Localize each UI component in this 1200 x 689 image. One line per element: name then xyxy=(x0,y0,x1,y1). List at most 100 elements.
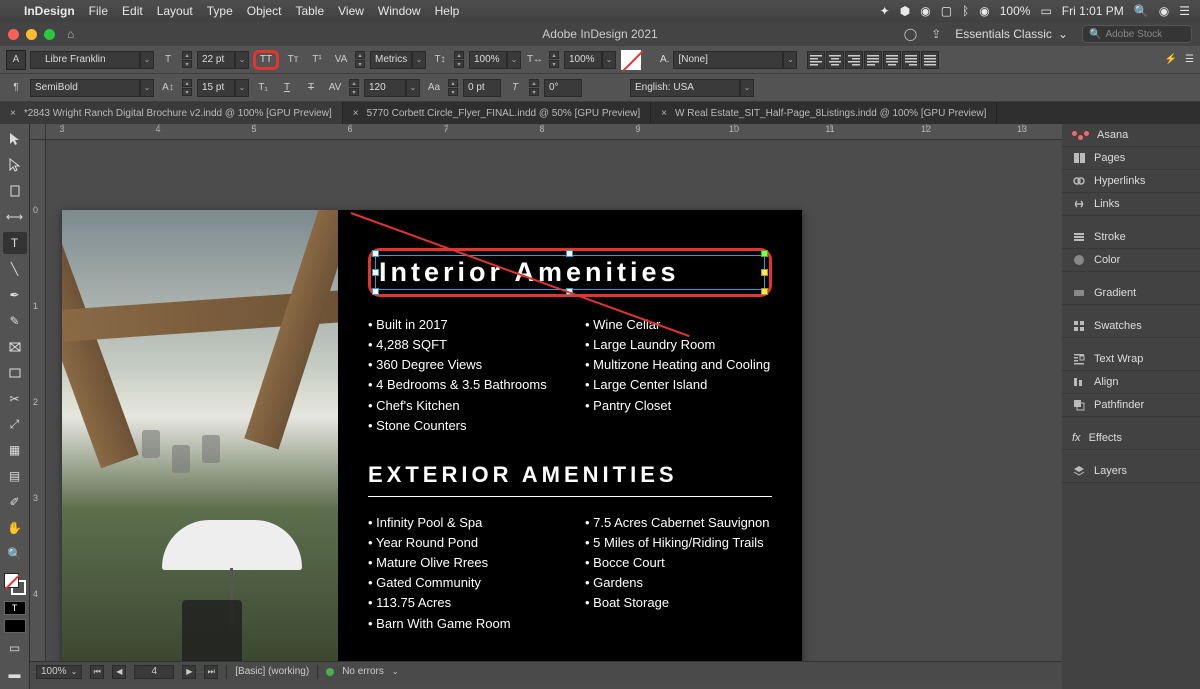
page-field[interactable]: 4 xyxy=(134,665,174,679)
font-size-field[interactable]: 22 pt xyxy=(197,51,235,69)
app-name[interactable]: InDesign xyxy=(24,4,75,18)
bolt-icon[interactable]: ⚡ xyxy=(1165,54,1177,65)
font-size-stepper[interactable]: ▴▾ xyxy=(182,51,192,68)
underline-button[interactable]: T xyxy=(277,78,297,98)
doc-tab-1[interactable]: ×*2843 Wright Ranch Digital Brochure v2.… xyxy=(0,102,343,124)
kerning-stepper[interactable]: ▴▾ xyxy=(355,51,365,68)
selected-text-frame[interactable]: Interior Amenities xyxy=(368,248,772,297)
menu-file[interactable]: File xyxy=(89,4,108,18)
close-tab-icon[interactable]: × xyxy=(353,108,359,119)
gradient-swatch-tool[interactable]: ▦ xyxy=(3,439,27,461)
language-field[interactable]: English: USA xyxy=(630,79,740,97)
strikethrough-button[interactable]: T xyxy=(301,78,321,98)
vertical-ruler[interactable]: 0 1 2 3 4 xyxy=(30,140,46,673)
close-tab-icon[interactable]: × xyxy=(661,108,667,119)
character-mode-icon[interactable]: A xyxy=(6,50,26,70)
line-tool[interactable]: ╲ xyxy=(3,258,27,280)
panel-links[interactable]: Links xyxy=(1062,193,1200,216)
subscript-button[interactable]: T₁ xyxy=(253,78,273,98)
menu-window[interactable]: Window xyxy=(378,4,421,18)
battery-icon[interactable]: ▭ xyxy=(1040,4,1051,18)
panel-menu-icon[interactable]: ☰ xyxy=(1185,54,1194,65)
screen-mode-preview[interactable]: ▬ xyxy=(3,663,27,685)
panel-asana[interactable]: Asana xyxy=(1062,124,1200,147)
maximize-window-button[interactable] xyxy=(44,29,55,40)
document-page[interactable]: Interior Amenities • Built in 2017• 4,28… xyxy=(62,210,802,670)
clock[interactable]: Fri 1:01 PM xyxy=(1062,4,1124,18)
baseline-field[interactable]: 0 pt xyxy=(463,79,501,97)
rectangle-frame-tool[interactable] xyxy=(3,336,27,358)
dropbox-icon[interactable]: ⬢ xyxy=(900,4,910,18)
doc-tab-2[interactable]: ×5770 Corbett Circle_Flyer_FINAL.indd @ … xyxy=(343,102,651,124)
menu-edit[interactable]: Edit xyxy=(122,4,143,18)
align-left-button[interactable] xyxy=(807,51,825,69)
font-style-field[interactable]: SemiBold xyxy=(30,79,140,97)
error-status[interactable]: No errors xyxy=(342,666,384,677)
panel-pages[interactable]: Pages xyxy=(1062,147,1200,170)
horizontal-ruler[interactable]: 3 4 5 6 7 8 9 10 11 12 13 xyxy=(46,124,1062,140)
ruler-origin[interactable] xyxy=(30,124,46,140)
menu-object[interactable]: Object xyxy=(247,4,282,18)
panel-color[interactable]: Color xyxy=(1062,249,1200,272)
direct-selection-tool[interactable] xyxy=(3,154,27,176)
menu-view[interactable]: View xyxy=(338,4,364,18)
menu-help[interactable]: Help xyxy=(435,4,460,18)
panel-hyperlinks[interactable]: Hyperlinks xyxy=(1062,170,1200,193)
apply-color-button[interactable] xyxy=(4,619,26,633)
menu-type[interactable]: Type xyxy=(207,4,233,18)
tracking-field[interactable]: 120 xyxy=(364,79,406,97)
heading-interior[interactable]: Interior Amenities xyxy=(379,257,761,288)
panel-effects[interactable]: fxEffects xyxy=(1062,427,1200,450)
prev-page-button[interactable]: ◀ xyxy=(112,665,126,679)
justify-center-button[interactable] xyxy=(883,51,901,69)
first-page-button[interactable]: ⏮ xyxy=(90,665,104,679)
spotlight-icon[interactable]: 🔍 xyxy=(1134,4,1149,18)
char-style-field[interactable]: [None] xyxy=(673,51,783,69)
hand-tool[interactable]: ✋ xyxy=(3,517,27,539)
panel-layers[interactable]: Layers xyxy=(1062,460,1200,483)
justify-right-button[interactable] xyxy=(902,51,920,69)
fill-stroke-swatch[interactable] xyxy=(4,573,26,595)
evernote-icon[interactable]: ✦ xyxy=(880,4,890,18)
eyedropper-tool[interactable]: ✐ xyxy=(3,491,27,513)
justify-left-button[interactable] xyxy=(864,51,882,69)
pen-tool[interactable]: ✒ xyxy=(3,284,27,306)
screen-mode-normal[interactable]: ▭ xyxy=(3,637,27,659)
zoom-tool[interactable]: 🔍 xyxy=(3,543,27,565)
justify-all-button[interactable] xyxy=(921,51,939,69)
home-icon[interactable]: ⌂ xyxy=(67,27,74,41)
close-tab-icon[interactable]: × xyxy=(10,108,16,119)
baseline-stepper[interactable]: ▴▾ xyxy=(448,79,458,96)
rectangle-tool[interactable] xyxy=(3,362,27,384)
panel-align[interactable]: Align xyxy=(1062,371,1200,394)
free-transform-tool[interactable]: ⤢ xyxy=(3,413,27,435)
font-family-field[interactable]: Libre Franklin xyxy=(30,51,140,69)
last-page-button[interactable]: ⏭ xyxy=(204,665,218,679)
close-window-button[interactable] xyxy=(8,29,19,40)
leading-stepper[interactable]: ▴▾ xyxy=(182,79,192,96)
zoom-field[interactable]: 100%⌄ xyxy=(36,665,82,679)
vscale-stepper[interactable]: ▴▾ xyxy=(454,51,464,68)
tracking-stepper[interactable]: ▴▾ xyxy=(349,79,359,96)
menu-layout[interactable]: Layout xyxy=(157,4,193,18)
doc-tab-3[interactable]: ×W Real Estate_SIT_Half-Page_8Listings.i… xyxy=(651,102,997,124)
vscale-field[interactable]: 100% xyxy=(469,51,507,69)
font-family-dropdown[interactable]: ⌄ xyxy=(140,51,154,69)
adobe-stock-search[interactable]: 🔍Adobe Stock xyxy=(1082,25,1192,43)
align-right-button[interactable] xyxy=(845,51,863,69)
type-tool[interactable]: T xyxy=(3,232,27,254)
sync-icon[interactable]: ◉ xyxy=(920,4,930,18)
gap-tool[interactable]: ⟷ xyxy=(3,206,27,228)
siri-icon[interactable]: ◉ xyxy=(1159,4,1169,18)
search-icon[interactable]: ◯ xyxy=(904,27,917,41)
small-caps-button[interactable]: Tᴛ xyxy=(283,50,303,70)
next-page-button[interactable]: ▶ xyxy=(182,665,196,679)
panel-text-wrap[interactable]: Text Wrap xyxy=(1062,348,1200,371)
paragraph-mode-icon[interactable]: ¶ xyxy=(6,78,26,98)
pencil-tool[interactable]: ✎ xyxy=(3,310,27,332)
control-center-icon[interactable]: ☰ xyxy=(1179,4,1190,18)
panel-pathfinder[interactable]: Pathfinder xyxy=(1062,394,1200,417)
hscale-field[interactable]: 100% xyxy=(564,51,602,69)
minimize-window-button[interactable] xyxy=(26,29,37,40)
bluetooth-icon[interactable]: ᛒ xyxy=(962,4,969,18)
